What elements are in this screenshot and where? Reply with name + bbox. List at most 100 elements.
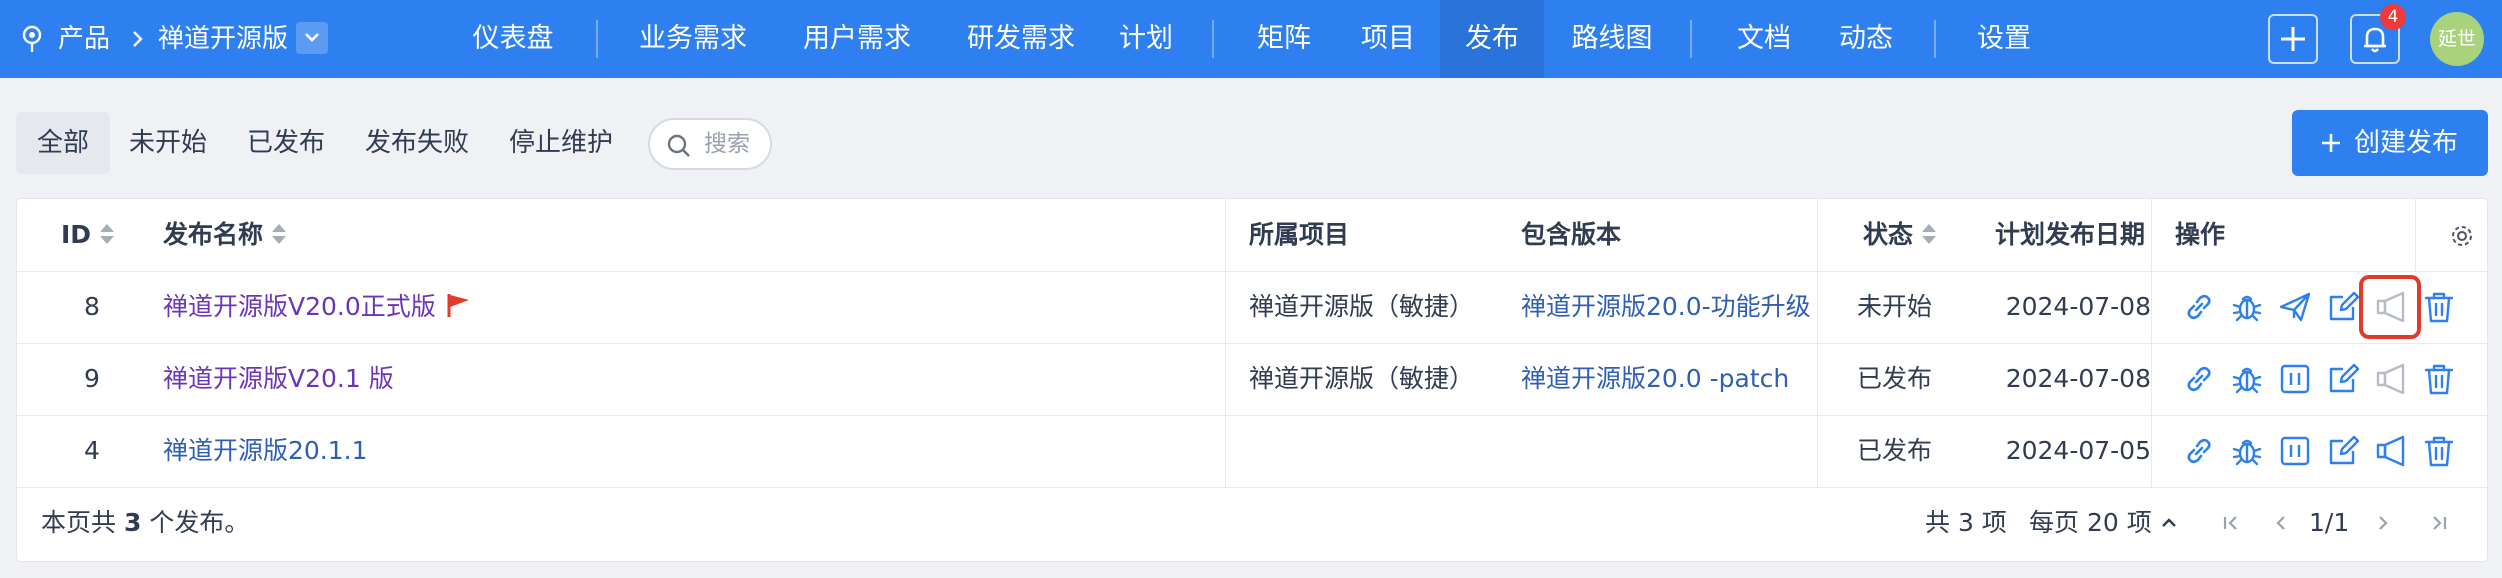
last-page-icon[interactable] <box>2425 509 2453 537</box>
top-navbar: 产品 禅道开源版 仪表盘 业务需求 用户需求 研发需求 计划 矩阵 项目 发布 … <box>0 0 2502 78</box>
row-build-link[interactable]: 禅道开源版20.0 -patch <box>1521 343 1811 415</box>
release-name-link[interactable]: 禅道开源版V20.0正式版 <box>163 292 436 321</box>
nav-dashboard[interactable]: 仪表盘 <box>448 0 578 78</box>
nav-business-requirements[interactable]: 业务需求 <box>618 0 768 78</box>
row-plan-date: 2024-07-08 <box>2005 292 2151 321</box>
pager-page-size[interactable]: 每页 20 项 <box>2029 499 2152 547</box>
column-header-status[interactable]: 状态 <box>1863 199 1937 271</box>
nav-plan[interactable]: 计划 <box>1108 0 1184 78</box>
bug-icon[interactable] <box>2229 433 2265 469</box>
column-header-builds: 包含版本 <box>1521 220 1622 249</box>
delete-icon[interactable] <box>2421 361 2457 397</box>
column-divider <box>2151 199 2152 487</box>
pager-current-page: 1/1 <box>2309 508 2350 537</box>
search-box[interactable] <box>648 118 772 170</box>
lightbulb-icon <box>22 25 42 52</box>
pause-icon[interactable] <box>2277 361 2313 397</box>
announce-icon[interactable] <box>2373 433 2409 469</box>
nav-roadmap[interactable]: 路线图 <box>1560 0 1664 78</box>
sort-icon <box>100 224 115 244</box>
row-build-link[interactable]: 禅道开源版20.0-功能升级 <box>1521 271 1811 343</box>
filter-tab-not-started[interactable]: 未开始 <box>116 112 220 174</box>
nav-user-requirements[interactable]: 用户需求 <box>782 0 932 78</box>
bug-icon[interactable] <box>2229 361 2265 397</box>
edit-icon[interactable] <box>2325 361 2361 397</box>
bug-icon[interactable] <box>2229 289 2265 325</box>
link-story-icon[interactable] <box>2181 289 2217 325</box>
pause-icon[interactable] <box>2277 433 2313 469</box>
gear-icon[interactable] <box>2449 223 2475 249</box>
column-divider <box>1225 199 1226 487</box>
column-header-name-label: 发布名称 <box>163 220 264 249</box>
edit-icon[interactable] <box>2325 289 2361 325</box>
search-input[interactable] <box>704 128 768 160</box>
flag-icon <box>447 294 469 317</box>
prev-page-icon[interactable] <box>2267 509 2295 537</box>
column-header-id[interactable]: ID <box>61 199 115 271</box>
release-name-link[interactable]: 禅道开源版20.1.1 <box>163 436 368 465</box>
announce-icon[interactable] <box>2373 361 2409 397</box>
delete-icon[interactable] <box>2421 289 2457 325</box>
row-status: 已发布 <box>1857 364 1933 393</box>
product-switcher-button[interactable] <box>296 22 328 54</box>
filter-tab-all[interactable]: 全部 <box>16 112 110 174</box>
link-story-icon[interactable] <box>2181 433 2217 469</box>
first-page-icon[interactable] <box>2217 509 2245 537</box>
search-icon <box>667 134 690 157</box>
column-header-project: 所属项目 <box>1249 220 1350 249</box>
nav-docs[interactable]: 文档 <box>1726 0 1802 78</box>
pager-total: 共 3 项 <box>1925 508 2007 537</box>
sort-icon <box>272 224 287 244</box>
row-release-name[interactable]: 禅道开源版V20.1 版 <box>163 343 1203 415</box>
row-plan-date: 2024-07-08 <box>2005 364 2151 393</box>
sort-icon <box>1922 224 1937 244</box>
nav-matrix[interactable]: 矩阵 <box>1246 0 1322 78</box>
create-release-label: 创建发布 <box>2354 128 2459 158</box>
row-build-link[interactable] <box>1521 415 1811 487</box>
user-avatar[interactable]: 延世 <box>2430 12 2484 66</box>
next-page-icon[interactable] <box>2369 509 2397 537</box>
delete-icon[interactable] <box>2421 433 2457 469</box>
row-release-name[interactable]: 禅道开源版20.1.1 <box>163 415 1203 487</box>
release-name-link[interactable]: 禅道开源版V20.1 版 <box>163 364 394 393</box>
chevron-down-icon <box>305 33 319 42</box>
filter-tab-release-failed[interactable]: 发布失败 <box>352 112 482 174</box>
nav-project[interactable]: 项目 <box>1350 0 1426 78</box>
nav-divider <box>1934 20 1936 58</box>
link-story-icon[interactable] <box>2181 361 2217 397</box>
row-id: 9 <box>84 364 100 393</box>
summary-count: 3 <box>123 508 142 537</box>
chevron-up-icon[interactable] <box>2155 509 2183 537</box>
row-id: 8 <box>84 292 100 321</box>
row-divider <box>17 487 2487 488</box>
release-table: ID 发布名称 所属项目 包含版本 状态 计划发布日期 操作 8 禅道开源版V2… <box>16 198 2488 562</box>
row-project: 禅道开源版（敏捷） <box>1249 364 1475 393</box>
create-release-button[interactable]: 创建发布 <box>2292 110 2488 176</box>
filter-tab-terminated[interactable]: 停止维护 <box>496 112 626 174</box>
announce-icon[interactable] <box>2373 289 2409 325</box>
quick-create-button[interactable] <box>2268 14 2318 64</box>
breadcrumb-product-root[interactable]: 产品 <box>58 18 110 60</box>
summary-prefix: 本页共 <box>41 508 117 537</box>
plus-icon <box>2322 134 2340 152</box>
chevron-right-icon <box>133 31 143 47</box>
column-header-name[interactable]: 发布名称 <box>163 199 287 271</box>
nav-dev-requirements[interactable]: 研发需求 <box>946 0 1096 78</box>
nav-release[interactable]: 发布 <box>1440 0 1544 78</box>
send-icon[interactable] <box>2277 289 2313 325</box>
row-id: 4 <box>84 436 100 465</box>
edit-icon[interactable] <box>2325 433 2361 469</box>
filter-tab-released[interactable]: 已发布 <box>234 112 338 174</box>
row-status: 已发布 <box>1857 436 1933 465</box>
row-plan-date: 2024-07-05 <box>2005 436 2151 465</box>
nav-divider <box>1212 20 1214 58</box>
breadcrumb-product-name[interactable]: 禅道开源版 <box>158 18 288 60</box>
row-release-name[interactable]: 禅道开源版V20.0正式版 <box>163 271 1203 343</box>
plus-icon <box>2281 27 2305 51</box>
column-header-actions: 操作 <box>2175 220 2226 249</box>
nav-settings[interactable]: 设置 <box>1966 0 2042 78</box>
nav-activity[interactable]: 动态 <box>1828 0 1904 78</box>
summary-suffix: 个发布。 <box>149 508 250 537</box>
column-header-plan-date: 计划发布日期 <box>1995 220 2146 249</box>
row-project <box>1249 415 1509 487</box>
